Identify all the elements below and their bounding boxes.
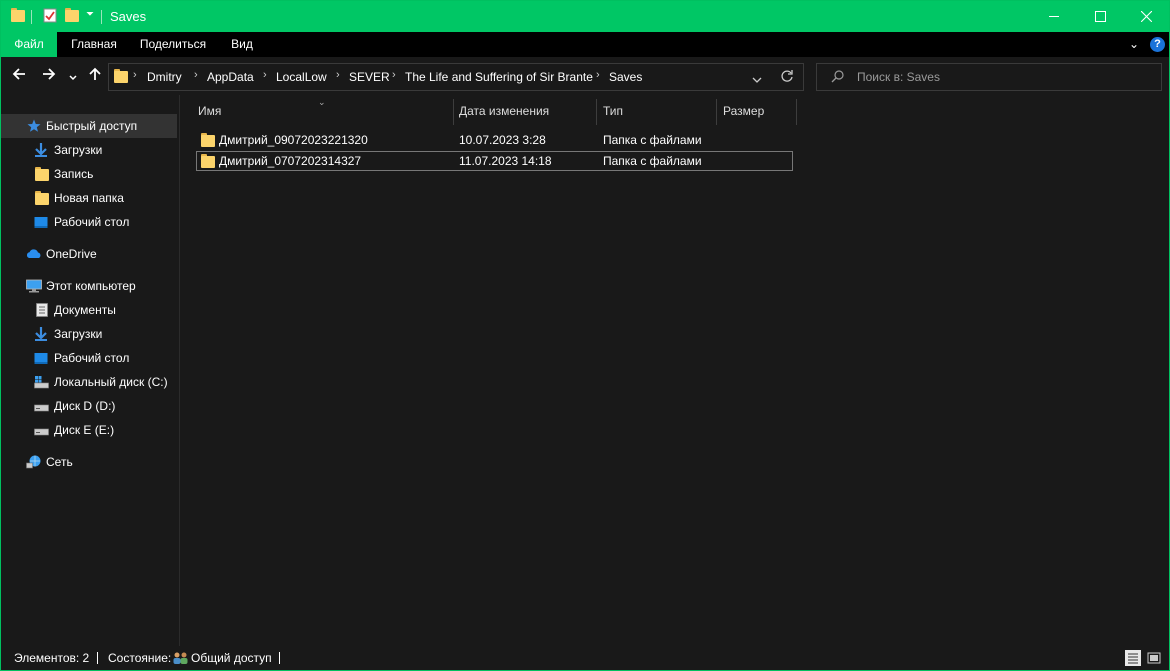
tab-home[interactable]: Главная [59,32,129,57]
sidebar-item-this-pc[interactable]: Этот компьютер [1,274,177,298]
sidebar-item-downloads-pc[interactable]: Загрузки [1,322,177,346]
sidebar-item-drive-c[interactable]: Локальный диск (C:) [1,370,177,394]
column-header-size[interactable]: Размер [723,99,793,125]
drive-icon [34,428,49,436]
status-bar: Элементов: 2 Состояние: Общий доступ [1,646,1169,670]
sidebar-item-zapis[interactable]: Запись [1,162,177,186]
breadcrumb-saves[interactable]: Saves [609,70,642,84]
chevron-right-icon[interactable]: › [263,69,267,81]
ribbon: Файл Главная Поделиться Вид ⌄ ? [1,32,1169,57]
folder-icon [35,191,49,205]
status-value: Общий доступ [191,651,272,665]
help-icon[interactable]: ? [1150,37,1165,52]
document-icon [36,303,48,317]
chevron-right-icon[interactable]: › [392,69,396,81]
address-history-icon[interactable] [752,72,762,90]
system-drive-icon [34,376,49,389]
star-icon [27,119,41,132]
file-date: 10.07.2023 3:28 [459,133,546,147]
cloud-icon [26,249,41,258]
details-view-icon[interactable] [1125,650,1141,666]
breadcrumb-game[interactable]: The Life and Suffering of Sir Brante [405,70,593,84]
network-icon [26,455,41,469]
breadcrumb-sever[interactable]: SEVER [349,70,390,84]
file-name: Дмитрий_0707202314327 [219,154,362,168]
sidebar-item-network[interactable]: Сеть [1,450,177,474]
tab-file[interactable]: Файл [1,32,57,57]
file-row[interactable]: Дмитрий_09072023221320 10.07.2023 3:28 П… [196,130,793,150]
download-icon [35,143,47,157]
explorer-window: ⏷ Saves Файл Главная Поделиться Вид ⌄ ? [1,1,1169,670]
tab-view[interactable]: Вид [221,32,263,57]
customize-toolbar-icon[interactable]: ⏷ [86,9,94,20]
back-arrow-icon[interactable] [11,66,27,87]
breadcrumb-appdata[interactable]: AppData [207,70,254,84]
status-label: Состояние: [108,651,172,665]
close-button[interactable] [1123,1,1169,32]
column-divider[interactable] [596,99,597,125]
chevron-right-icon[interactable]: › [336,69,340,81]
sidebar-item-drive-e[interactable]: Диск E (E:) [1,418,177,442]
drive-icon [34,404,49,412]
computer-icon [26,279,42,293]
folder-icon [201,154,215,168]
recent-locations-icon[interactable] [68,68,78,88]
up-arrow-icon[interactable] [87,66,103,87]
expand-ribbon-icon[interactable]: ⌄ [1129,37,1139,51]
column-header-date[interactable]: Дата изменения [459,99,594,125]
folder-icon [201,133,215,147]
chevron-right-icon[interactable]: › [133,69,137,81]
properties-icon[interactable] [43,8,57,28]
pane-divider[interactable] [179,95,180,646]
sidebar-item-documents[interactable]: Документы [1,298,177,322]
column-header-name[interactable]: Имя [198,99,452,125]
file-type: Папка с файлами [603,154,702,168]
minimize-button[interactable] [1031,1,1077,32]
tab-share[interactable]: Поделиться [133,32,213,57]
desktop-icon [34,353,48,364]
window-title: Saves [110,9,147,24]
chevron-right-icon[interactable]: › [194,69,198,81]
breadcrumb-locallow[interactable]: LocalLow [276,70,327,84]
sidebar-item-desktop[interactable]: Рабочий стол [1,210,177,234]
column-divider[interactable] [453,99,454,125]
navigation-bar: › Dmitry › AppData › LocalLow › SEVER › … [1,57,1169,95]
search-icon [831,70,844,88]
refresh-icon[interactable] [780,69,794,88]
search-box[interactable]: Поиск в: Saves [816,63,1162,91]
sidebar-item-onedrive[interactable]: OneDrive [1,242,177,266]
breadcrumb-dmitry[interactable]: Dmitry [147,70,182,84]
navigation-pane: Быстрый доступ Загрузки Запись Новая пап… [1,95,179,646]
sidebar-item-desktop-pc[interactable]: Рабочий стол [1,346,177,370]
maximize-button[interactable] [1077,1,1123,32]
sidebar-item-quick-access[interactable]: Быстрый доступ [1,114,177,138]
forward-arrow-icon[interactable] [41,66,57,87]
column-divider[interactable] [796,99,797,125]
sidebar-item-new-folder[interactable]: Новая папка [1,186,177,210]
search-placeholder: Поиск в: Saves [857,70,940,84]
file-type: Папка с файлами [603,133,702,147]
sidebar-item-downloads[interactable]: Загрузки [1,138,177,162]
file-date: 11.07.2023 14:18 [459,154,552,168]
shared-users-icon [173,652,188,664]
title-bar: ⏷ Saves [1,1,1169,32]
large-icons-view-icon[interactable] [1146,650,1162,666]
folder-icon [35,167,49,181]
column-header-type[interactable]: Тип [603,99,713,125]
address-bar[interactable]: › Dmitry › AppData › LocalLow › SEVER › … [108,63,804,91]
column-divider[interactable] [716,99,717,125]
item-count: Элементов: 2 [14,651,90,665]
file-name: Дмитрий_09072023221320 [219,133,368,147]
desktop-icon [34,217,48,228]
file-row-selected[interactable]: Дмитрий_0707202314327 11.07.2023 14:18 П… [196,151,793,171]
download-icon [35,327,47,341]
sidebar-item-drive-d[interactable]: Диск D (D:) [1,394,177,418]
chevron-right-icon[interactable]: › [596,69,600,81]
